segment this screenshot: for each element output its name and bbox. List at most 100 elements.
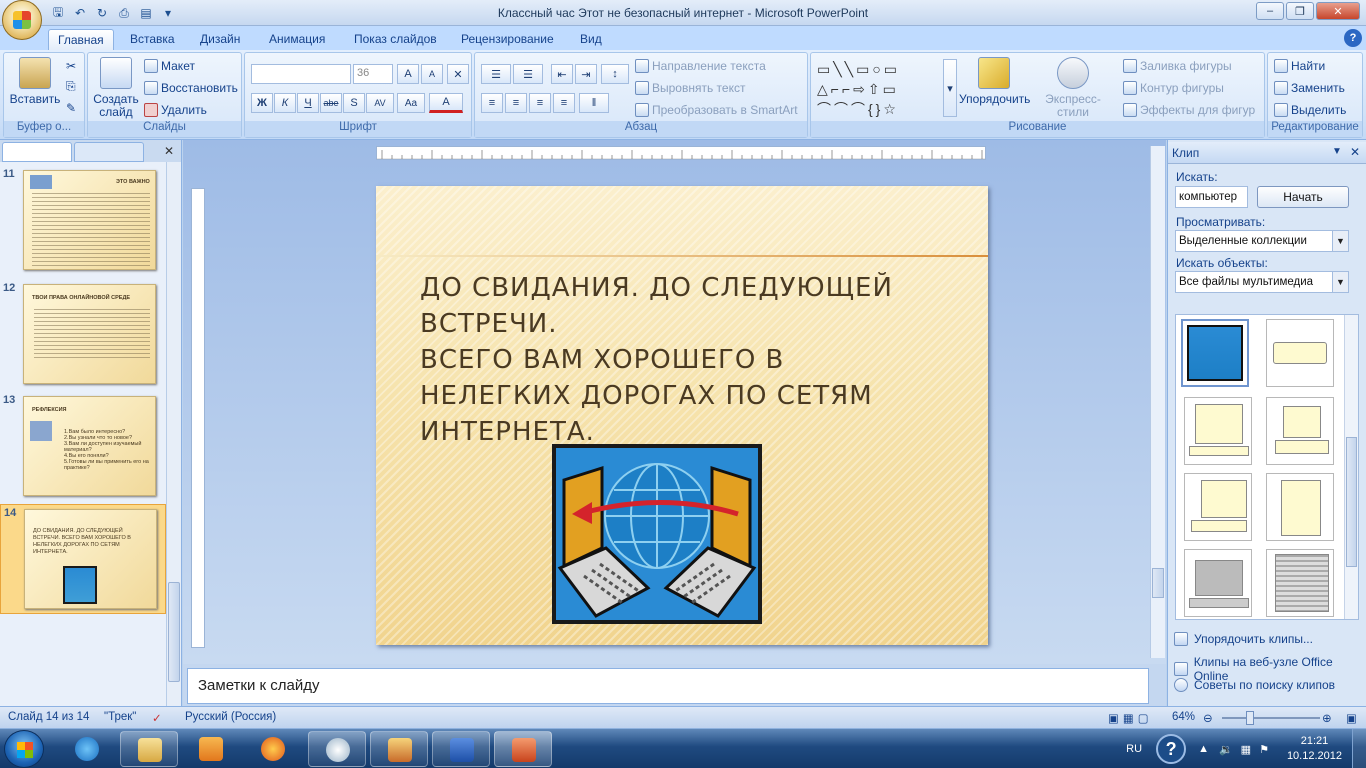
close-pane-icon[interactable]: ✕ bbox=[1350, 145, 1360, 159]
slide-thumbnail[interactable]: ТВОИ ПРАВА ОНЛАЙНОВОЙ СРЕДЕ bbox=[23, 284, 156, 384]
language-indicator[interactable]: Русский (Россия) bbox=[185, 711, 276, 723]
print-icon[interactable]: ⎙ bbox=[114, 4, 134, 22]
thumbnail-row[interactable]: 11 ЭТО ВАЖНО bbox=[0, 166, 166, 274]
numbering-icon[interactable]: ☰ bbox=[513, 64, 543, 84]
bullets-icon[interactable]: ☰ bbox=[481, 64, 511, 84]
network-icon[interactable]: ▦ bbox=[1241, 743, 1251, 756]
increase-indent-icon[interactable]: ⇥ bbox=[575, 64, 597, 84]
preview-icon[interactable]: ▤ bbox=[136, 4, 156, 22]
restore-button[interactable]: ❐ bbox=[1286, 2, 1314, 20]
arrange-button[interactable]: Упорядочить bbox=[959, 57, 1030, 106]
zoom-slider[interactable] bbox=[1222, 717, 1320, 719]
slide-thumbnail[interactable]: РЕФЛЕКСИЯ 1.Вам было интересно? 2.Вы узн… bbox=[23, 396, 156, 496]
underline-button[interactable]: Ч bbox=[297, 93, 319, 113]
delete-slide-button[interactable]: Удалить bbox=[144, 103, 207, 117]
redo-icon[interactable]: ↻ bbox=[92, 4, 112, 22]
align-right-icon[interactable]: ≡ bbox=[529, 93, 551, 113]
notes-input[interactable]: Заметки к слайду bbox=[187, 668, 1149, 704]
font-color-button[interactable]: A bbox=[429, 93, 463, 113]
pane-options-icon[interactable]: ▼ bbox=[1332, 146, 1342, 157]
align-center-icon[interactable]: ≡ bbox=[505, 93, 527, 113]
align-text-button[interactable]: Выровнять текст bbox=[635, 81, 745, 95]
new-slide-button[interactable]: Создать слайд bbox=[90, 57, 142, 119]
help-icon[interactable]: ? bbox=[1344, 29, 1362, 47]
zoom-level[interactable]: 64% bbox=[1172, 711, 1195, 723]
clip-result-item[interactable] bbox=[1184, 473, 1252, 541]
shape-outline-button[interactable]: Контур фигуры bbox=[1123, 81, 1224, 95]
clip-results-scrollbar[interactable] bbox=[1344, 315, 1358, 619]
customize-qat-icon[interactable]: ▾ bbox=[158, 4, 178, 22]
tab-insert[interactable]: Вставка bbox=[121, 29, 184, 50]
font-name-combo[interactable] bbox=[251, 64, 351, 84]
undo-icon[interactable]: ↶ bbox=[70, 4, 90, 22]
tab-review[interactable]: Рецензирование bbox=[452, 29, 563, 50]
spellcheck-icon[interactable]: ✓ bbox=[152, 711, 162, 725]
reset-button[interactable]: Восстановить bbox=[144, 81, 238, 95]
tab-slides-thumbnails[interactable] bbox=[2, 142, 72, 162]
columns-icon[interactable]: ‖ bbox=[579, 93, 609, 113]
bold-button[interactable]: Ж bbox=[251, 93, 273, 113]
zoom-in-icon[interactable]: ⊕ bbox=[1322, 711, 1332, 725]
clip-result-item[interactable] bbox=[1181, 319, 1249, 387]
thumbnail-row-selected[interactable]: 14 ДО СВИДАНИЯ. ДО СЛЕДУЮЩЕЙ ВСТРЕЧИ. ВС… bbox=[0, 504, 166, 614]
start-button[interactable] bbox=[4, 730, 44, 768]
thumbnail-row[interactable]: 12 ТВОИ ПРАВА ОНЛАЙНОВОЙ СРЕДЕ bbox=[0, 280, 166, 388]
shadow-button[interactable]: S bbox=[343, 93, 365, 113]
clip-result-item[interactable] bbox=[1184, 397, 1252, 465]
tab-view[interactable]: Вид bbox=[571, 29, 611, 50]
tab-design[interactable]: Дизайн bbox=[191, 29, 249, 50]
input-language[interactable]: RU bbox=[1126, 743, 1142, 755]
tab-animation[interactable]: Анимация bbox=[260, 29, 334, 50]
computer-network-clipart[interactable] bbox=[552, 444, 762, 624]
text-direction-button[interactable]: Направление текста bbox=[635, 59, 766, 73]
taskbar-explorer[interactable] bbox=[120, 731, 178, 767]
chevron-down-icon[interactable]: ▼ bbox=[1332, 272, 1348, 292]
scrollbar-thumb[interactable] bbox=[168, 582, 180, 682]
tab-outline[interactable] bbox=[74, 142, 144, 162]
show-hidden-icons-icon[interactable]: ▲ bbox=[1198, 743, 1209, 755]
browse-select[interactable]: Выделенные коллекции ▼ bbox=[1175, 230, 1349, 252]
format-painter-icon[interactable]: ✎ bbox=[66, 101, 76, 115]
organize-clips-link[interactable]: Упорядочить клипы... bbox=[1174, 632, 1313, 646]
paste-button[interactable]: Вставить bbox=[6, 57, 64, 106]
strikethrough-button[interactable]: abe bbox=[320, 93, 342, 113]
shape-fill-button[interactable]: Заливка фигуры bbox=[1123, 59, 1232, 73]
slide-canvas[interactable]: До свидания. До следующей встречи. Всего… bbox=[376, 186, 988, 645]
font-size-combo[interactable]: 36 bbox=[353, 64, 393, 84]
flag-icon[interactable]: ⚑ bbox=[1259, 743, 1269, 756]
office-button[interactable] bbox=[2, 0, 42, 40]
smartart-button[interactable]: Преобразовать в SmartArt bbox=[635, 103, 798, 117]
go-button[interactable]: Начать bbox=[1257, 186, 1349, 208]
taskbar-hp[interactable] bbox=[308, 731, 366, 767]
line-spacing-icon[interactable]: ↕ bbox=[601, 64, 629, 84]
layout-button[interactable]: Макет bbox=[144, 59, 195, 73]
quick-styles-button[interactable]: Экспресс-стили bbox=[1033, 57, 1113, 119]
zoom-slider-thumb[interactable] bbox=[1246, 711, 1254, 725]
tab-home[interactable]: Главная bbox=[48, 29, 114, 50]
slide-thumbnail[interactable]: ДО СВИДАНИЯ. ДО СЛЕДУЮЩЕЙ ВСТРЕЧИ. ВСЕГО… bbox=[24, 509, 157, 609]
shrink-font-button[interactable]: A bbox=[421, 64, 443, 84]
replace-button[interactable]: Заменить bbox=[1274, 81, 1345, 95]
search-input[interactable]: компьютер bbox=[1175, 186, 1248, 208]
scrollbar-thumb[interactable] bbox=[1152, 568, 1164, 598]
clip-result-item[interactable] bbox=[1266, 319, 1334, 387]
taskbar-app[interactable] bbox=[370, 731, 428, 767]
zoom-out-icon[interactable]: ⊖ bbox=[1203, 711, 1213, 725]
show-desktop-button[interactable] bbox=[1352, 729, 1366, 768]
find-button[interactable]: Найти bbox=[1274, 59, 1325, 73]
close-pane-icon[interactable]: ✕ bbox=[164, 144, 174, 158]
shapes-gallery[interactable]: ▭╲╲▭○▭ △⌐⌐⇨⇧▭ ⌒⌒⌒{}☆ bbox=[817, 59, 947, 119]
char-spacing-button[interactable]: AV bbox=[366, 93, 394, 113]
scrollbar-thumb[interactable] bbox=[1346, 437, 1357, 567]
taskbar-firefox[interactable] bbox=[244, 731, 302, 767]
help-icon[interactable]: ? bbox=[1156, 734, 1187, 764]
decrease-indent-icon[interactable]: ⇤ bbox=[551, 64, 573, 84]
shapes-more-icon[interactable]: ▾ bbox=[943, 59, 957, 117]
tab-slideshow[interactable]: Показ слайдов bbox=[345, 29, 446, 50]
clip-result-item[interactable] bbox=[1266, 473, 1334, 541]
fit-to-window-icon[interactable]: ▣ bbox=[1346, 711, 1357, 725]
clock[interactable]: 21:21 10.12.2012 bbox=[1287, 734, 1342, 764]
thumbnail-row[interactable]: 13 РЕФЛЕКСИЯ 1.Вам было интересно? 2.Вы … bbox=[0, 392, 166, 500]
align-left-icon[interactable]: ≡ bbox=[481, 93, 503, 113]
close-button[interactable]: ✕ bbox=[1316, 2, 1360, 20]
